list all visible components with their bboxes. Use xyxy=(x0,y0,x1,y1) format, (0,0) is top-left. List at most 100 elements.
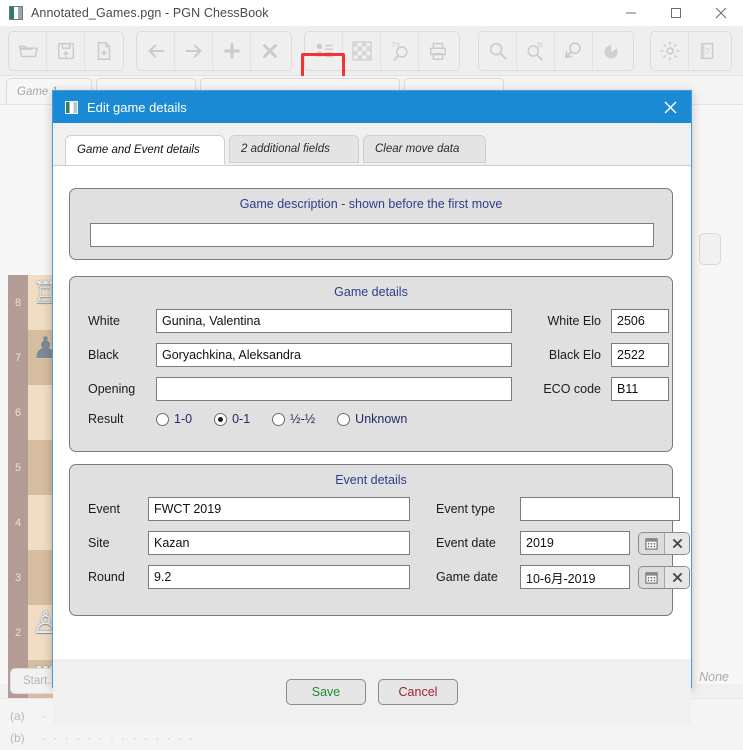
board-rank-label: 5 xyxy=(14,461,22,474)
board-row: 6 xyxy=(8,385,53,440)
board-grid-icon[interactable] xyxy=(343,32,381,70)
engine-status-value: None xyxy=(699,670,729,684)
result-option-1-0[interactable]: 1-0 xyxy=(156,412,192,426)
print-icon[interactable] xyxy=(419,32,457,70)
event-type-input[interactable] xyxy=(520,497,680,521)
pie-chart-icon[interactable] xyxy=(593,32,631,70)
event-label: Event xyxy=(88,502,120,516)
previous-arrow-icon[interactable] xyxy=(137,32,175,70)
svg-text:??: ?? xyxy=(390,41,400,50)
result-option-label: ½-½ xyxy=(290,412,316,426)
toolbar-group-settings: ? xyxy=(650,31,732,71)
application-window: Annotated_Games.pgn - PGN ChessBook ?? ?… xyxy=(0,0,743,750)
notation-label: (b) xyxy=(10,731,25,745)
dialog-title: Edit game details xyxy=(87,99,187,115)
dialog-titlebar: Edit game details xyxy=(53,91,691,123)
add-plus-icon[interactable] xyxy=(213,32,251,70)
board-rank-label: 8 xyxy=(14,296,22,309)
result-option-0-1[interactable]: 0-1 xyxy=(214,412,250,426)
new-file-icon[interactable] xyxy=(85,32,123,70)
board-rank-label: 7 xyxy=(14,351,22,364)
advanced-find-icon[interactable] xyxy=(517,32,555,70)
window-controls xyxy=(608,0,743,26)
dialog-footer: Save Cancel xyxy=(53,659,691,725)
radio-icon-selected[interactable] xyxy=(214,412,228,426)
result-option-draw[interactable]: ½-½ xyxy=(272,412,315,426)
event-date-input[interactable] xyxy=(520,531,630,555)
game-date-buttons xyxy=(638,565,690,589)
board-rank-label: 2 xyxy=(14,626,22,639)
white-input[interactable] xyxy=(156,309,512,333)
clear-x-icon[interactable] xyxy=(664,532,689,554)
black-label: Black xyxy=(88,348,119,362)
result-option-unknown[interactable]: Unknown xyxy=(337,412,407,426)
event-input[interactable] xyxy=(148,497,410,521)
tab-2-additional-fields[interactable]: 2 additional fields xyxy=(229,135,359,163)
board-square[interactable] xyxy=(28,440,53,495)
help-book-icon[interactable]: ? xyxy=(689,32,727,70)
round-label: Round xyxy=(88,570,125,584)
result-option-label: 0-1 xyxy=(232,412,251,426)
game-date-input[interactable] xyxy=(520,565,630,589)
background-side-button-top[interactable] xyxy=(699,233,721,265)
event-details-title: Event details xyxy=(335,473,407,487)
close-icon[interactable] xyxy=(698,0,743,26)
window-titlebar: Annotated_Games.pgn - PGN ChessBook xyxy=(0,0,743,26)
board-row: 4 xyxy=(8,495,53,550)
tab-clear-move-data[interactable]: Clear move data xyxy=(363,135,486,163)
radio-icon[interactable] xyxy=(156,412,169,426)
edit-game-details-icon[interactable] xyxy=(305,32,343,70)
settings-gear-icon[interactable] xyxy=(651,32,689,70)
undo-find-icon[interactable] xyxy=(555,32,593,70)
chessboard[interactable]: 8 ♖ 7 ♟ 6 5 4 3 2 ♙ xyxy=(8,275,59,715)
open-file-icon[interactable] xyxy=(9,32,47,70)
minimize-icon[interactable] xyxy=(608,0,653,26)
save-file-icon[interactable] xyxy=(47,32,85,70)
main-toolbar: ?? ? xyxy=(0,26,743,99)
save-button[interactable]: Save xyxy=(286,679,366,705)
board-square[interactable] xyxy=(28,385,53,440)
toolbar-group-navigation xyxy=(136,31,292,71)
board-row: 3 xyxy=(8,550,53,605)
clear-x-icon[interactable] xyxy=(664,566,689,588)
board-square[interactable] xyxy=(28,495,53,550)
game-description-title: Game description - shown before the firs… xyxy=(239,197,503,211)
site-input[interactable] xyxy=(148,531,410,555)
result-option-label: Unknown xyxy=(355,412,408,426)
black-elo-label: Black Elo xyxy=(548,348,601,362)
game-details-group: Game details White White Elo Black Black… xyxy=(69,276,673,452)
white-label: White xyxy=(88,314,120,328)
calendar-icon[interactable] xyxy=(639,566,664,588)
dialog-tabstrip: Game and Event details 2 additional fiel… xyxy=(53,135,691,165)
opening-input[interactable] xyxy=(156,377,512,401)
cancel-button[interactable]: Cancel xyxy=(378,679,458,705)
game-date-label: Game date xyxy=(436,570,498,584)
radio-icon[interactable] xyxy=(337,412,351,426)
eco-code-input[interactable] xyxy=(611,377,669,401)
maximize-icon[interactable] xyxy=(653,0,698,26)
query-search-icon[interactable]: ?? xyxy=(381,32,419,70)
round-input[interactable] xyxy=(148,565,410,589)
delete-x-icon[interactable] xyxy=(251,32,289,70)
notation-label: (a) xyxy=(10,709,25,723)
dialog-app-icon xyxy=(65,100,78,114)
eco-code-label: ECO code xyxy=(543,382,601,396)
white-elo-input[interactable] xyxy=(611,309,669,333)
white-elo-label: White Elo xyxy=(547,314,602,328)
board-rank-label: 4 xyxy=(14,516,22,529)
board-rank-label: 6 xyxy=(14,406,22,419)
radio-icon[interactable] xyxy=(272,412,286,426)
tab-game-and-event-details[interactable]: Game and Event details xyxy=(65,135,225,165)
zoom-find-icon[interactable] xyxy=(479,32,517,70)
next-arrow-icon[interactable] xyxy=(175,32,213,70)
board-row: 7 ♟ xyxy=(8,330,59,385)
dialog-close-icon[interactable] xyxy=(649,91,691,123)
black-input[interactable] xyxy=(156,343,512,367)
board-square[interactable] xyxy=(28,550,53,605)
game-details-title: Game details xyxy=(334,285,408,299)
svg-text:?: ? xyxy=(705,47,710,56)
calendar-icon[interactable] xyxy=(639,532,664,554)
black-elo-input[interactable] xyxy=(611,343,669,367)
game-description-input[interactable] xyxy=(90,223,654,247)
event-date-buttons xyxy=(638,531,690,555)
